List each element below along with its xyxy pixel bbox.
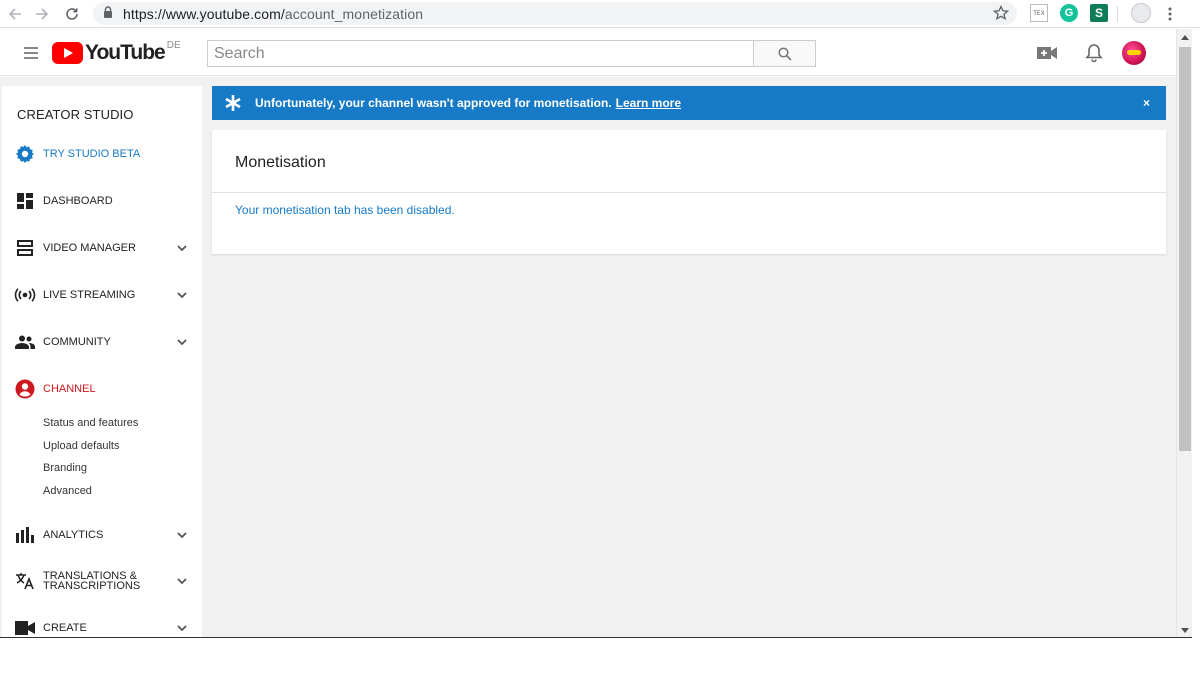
sidebar-item-label: TRY STUDIO BETA xyxy=(43,148,141,160)
grammarly-extension-icon[interactable]: G xyxy=(1060,4,1078,22)
create-icon xyxy=(14,617,36,638)
page-scrollbar[interactable] xyxy=(1176,29,1192,638)
account-avatar[interactable] xyxy=(1122,41,1146,65)
forward-icon[interactable] xyxy=(27,0,57,28)
sidebar-item-community[interactable]: COMMUNITY xyxy=(2,327,202,357)
back-icon[interactable] xyxy=(0,0,30,28)
sidebar-item-label: CHANNEL xyxy=(43,383,96,395)
sidebar-item-try-studio-beta[interactable]: TRY STUDIO BETA xyxy=(2,139,202,169)
toolbar-divider xyxy=(1117,6,1118,22)
sidebar-item-label: DASHBOARD xyxy=(43,195,113,207)
logo-text: YouTube xyxy=(85,41,166,64)
gear-icon xyxy=(14,143,36,165)
scroll-up-arrow-icon[interactable] xyxy=(1180,32,1190,42)
scrollbar-thumb[interactable] xyxy=(1179,47,1191,451)
community-icon xyxy=(14,331,36,353)
translate-icon xyxy=(14,570,36,592)
sidebar-item-label: CREATE xyxy=(43,622,87,634)
sidebar-item-label: LIVE STREAMING xyxy=(43,289,136,301)
s-extension-icon[interactable]: S xyxy=(1090,4,1108,22)
youtube-header: YouTube DE xyxy=(0,29,1176,76)
sidebar-title: CREATOR STUDIO xyxy=(17,107,134,122)
close-icon[interactable]: × xyxy=(1143,96,1150,110)
dashboard-icon xyxy=(14,190,36,212)
bookmark-star-icon[interactable] xyxy=(992,4,1010,26)
page-title: Monetisation xyxy=(235,154,326,171)
logo-region: DE xyxy=(166,40,181,51)
sidebar-item-analytics[interactable]: ANALYTICS xyxy=(2,520,202,550)
browser-toolbar: https://www.youtube.com/account_monetiza… xyxy=(0,0,1200,28)
disabled-message: Your monetisation tab has been disabled. xyxy=(235,203,455,217)
browser-profile-icon[interactable] xyxy=(1131,3,1151,23)
learn-more-link[interactable]: Learn more xyxy=(616,96,681,110)
sidebar-item-label: COMMUNITY xyxy=(43,336,111,348)
chevron-down-icon[interactable] xyxy=(175,241,189,255)
sidebar-item-create[interactable]: CREATE xyxy=(2,613,202,638)
monetisation-card: Monetisation Your monetisation tab has b… xyxy=(212,130,1166,254)
sidebar-item-channel[interactable]: CHANNEL xyxy=(2,374,202,404)
live-streaming-icon xyxy=(14,284,36,306)
hamburger-menu-icon[interactable] xyxy=(21,44,41,62)
card-divider xyxy=(212,192,1166,193)
chevron-down-icon[interactable] xyxy=(175,335,189,349)
channel-icon xyxy=(14,378,36,400)
analytics-icon xyxy=(14,524,36,546)
upload-video-icon[interactable] xyxy=(1036,42,1058,64)
chevron-down-icon[interactable] xyxy=(175,574,189,588)
banner-message: Unfortunately, your channel wasn't appro… xyxy=(255,96,682,110)
search-button[interactable] xyxy=(753,40,816,67)
search-input[interactable] xyxy=(207,40,754,67)
chevron-down-icon[interactable] xyxy=(175,528,189,542)
address-bar[interactable]: https://www.youtube.com/account_monetiza… xyxy=(93,2,1017,25)
sidebar-item-label: VIDEO MANAGER xyxy=(43,242,136,254)
reload-icon[interactable] xyxy=(57,0,87,28)
scroll-down-arrow-icon[interactable] xyxy=(1180,625,1190,635)
youtube-play-icon xyxy=(52,42,83,64)
channel-sub-advanced[interactable]: Advanced xyxy=(43,485,92,497)
youtube-logo[interactable]: YouTube DE xyxy=(52,38,181,68)
asterisk-icon xyxy=(224,94,242,112)
sidebar-item-live-streaming[interactable]: LIVE STREAMING xyxy=(2,280,202,310)
chevron-down-icon[interactable] xyxy=(175,621,189,635)
chevron-down-icon[interactable] xyxy=(175,288,189,302)
search-icon xyxy=(777,46,792,61)
sidebar-item-video-manager[interactable]: VIDEO MANAGER xyxy=(2,233,202,263)
page-body: CREATOR STUDIO TRY STUDIO BETA DASHBOARD… xyxy=(0,77,1176,638)
sidebar-item-translations[interactable]: TRANSLATIONS & TRANSCRIPTIONS xyxy=(2,566,202,596)
creator-studio-sidebar: CREATOR STUDIO TRY STUDIO BETA DASHBOARD… xyxy=(2,86,202,638)
sidebar-item-label: ANALYTICS xyxy=(43,529,104,541)
sidebar-item-label: TRANSLATIONS & TRANSCRIPTIONS xyxy=(43,570,141,592)
channel-sub-upload-defaults[interactable]: Upload defaults xyxy=(43,440,119,452)
sidebar-item-dashboard[interactable]: DASHBOARD xyxy=(2,186,202,216)
channel-sub-branding[interactable]: Branding xyxy=(43,462,87,474)
monetisation-alert-banner: Unfortunately, your channel wasn't appro… xyxy=(212,86,1166,120)
browser-menu-icon[interactable] xyxy=(1160,4,1180,24)
url-text: https://www.youtube.com/account_monetiza… xyxy=(123,5,424,22)
blank-area xyxy=(0,638,1200,675)
video-manager-icon xyxy=(14,237,36,259)
notifications-bell-icon[interactable] xyxy=(1083,42,1105,64)
tex-extension-icon[interactable]: TEX xyxy=(1030,4,1048,22)
lock-icon xyxy=(103,5,113,23)
channel-sub-status-and-features[interactable]: Status and features xyxy=(43,417,138,429)
